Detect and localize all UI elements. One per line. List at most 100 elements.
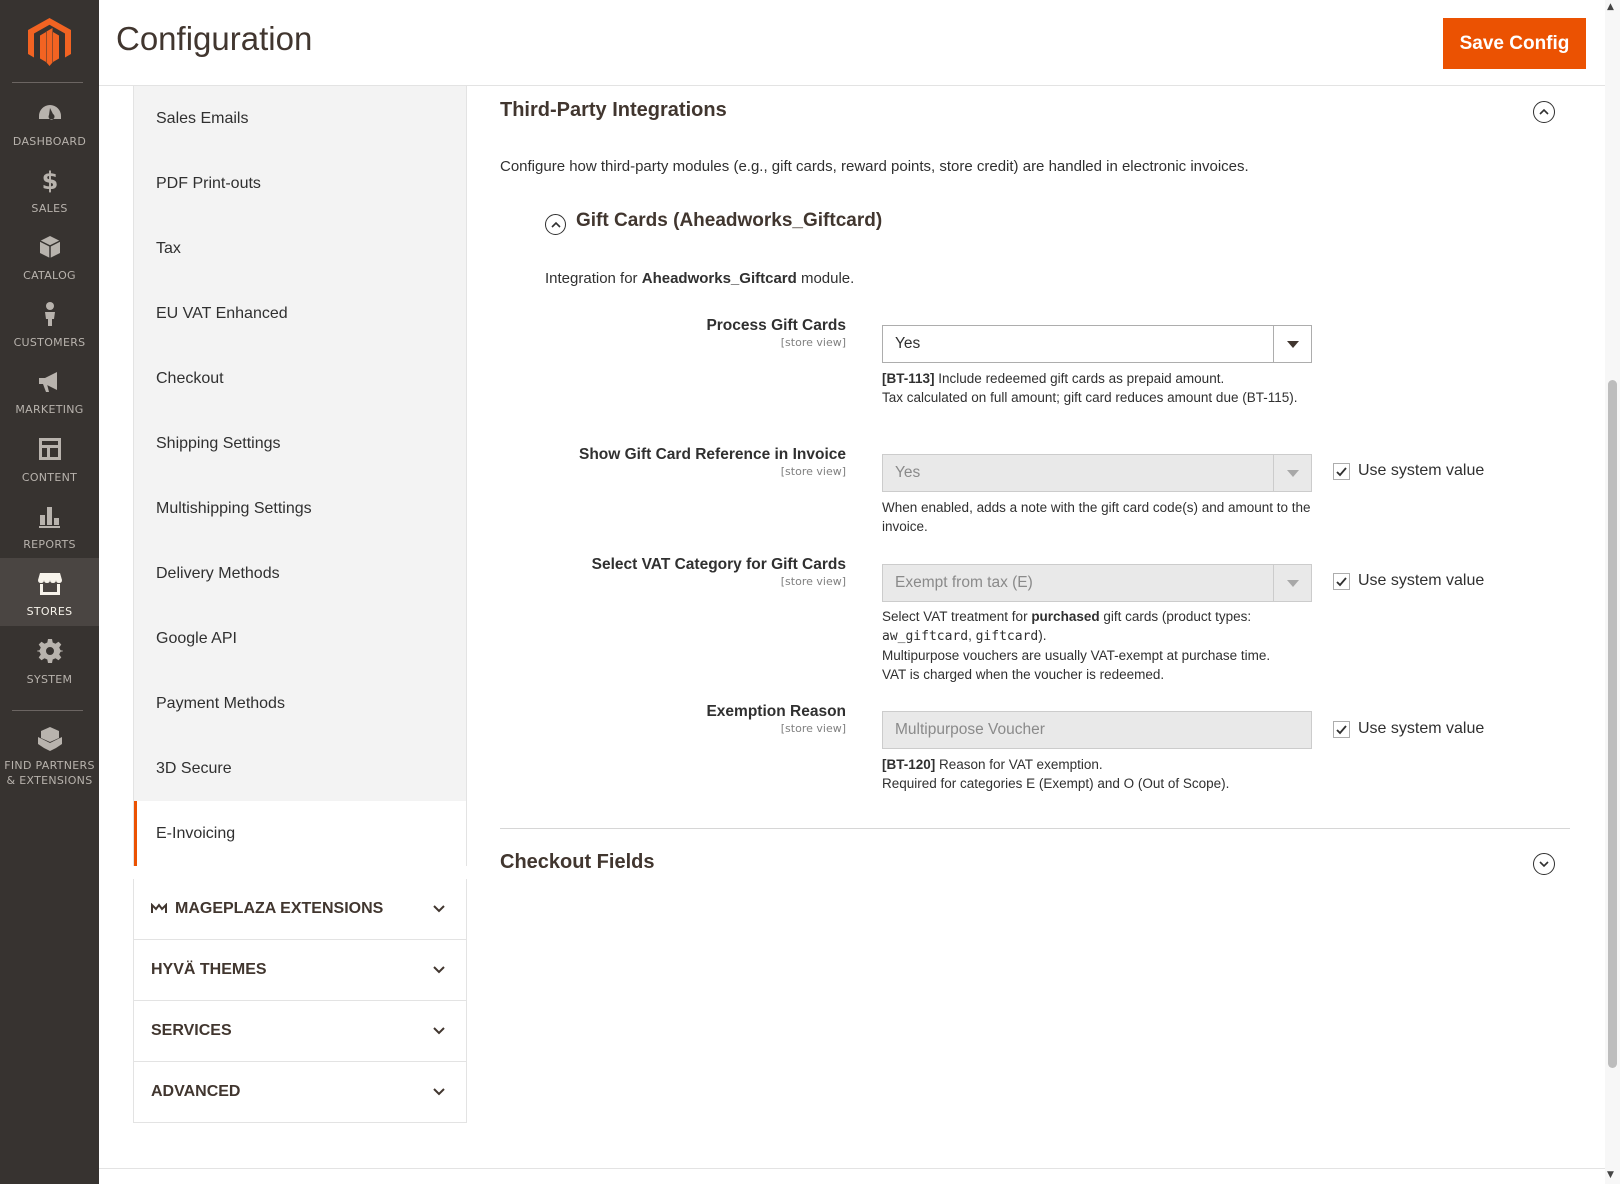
nav-reports[interactable]: REPORTS: [0, 491, 99, 561]
checkmark-icon: [1336, 576, 1347, 586]
note-text: ,: [968, 628, 976, 643]
magento-logo-icon[interactable]: [28, 18, 71, 66]
use-system-value-checkbox[interactable]: Use system value: [1333, 572, 1484, 590]
expand-section-button[interactable]: [1533, 853, 1555, 875]
group-label: HYVÄ THEMES: [151, 961, 267, 978]
nav-sales[interactable]: $ SALES: [0, 155, 99, 225]
use-system-value-label: Use system value: [1358, 720, 1485, 737]
svg-text:$: $: [41, 167, 58, 193]
section-divider: [500, 828, 1570, 829]
section-title-checkout-fields[interactable]: Checkout Fields: [500, 851, 654, 874]
nav-label: SALES: [31, 202, 68, 215]
tab-sales-emails[interactable]: Sales Emails: [134, 86, 466, 151]
collapse-group-button[interactable]: [545, 214, 566, 235]
megaphone-icon: [38, 372, 57, 392]
checkmark-icon: [1336, 724, 1347, 734]
tab-shipping-settings[interactable]: Shipping Settings: [134, 411, 466, 476]
tab-multishipping-settings[interactable]: Multishipping Settings: [134, 476, 466, 541]
mageplaza-logo-icon: [151, 903, 167, 913]
person-icon: [44, 302, 55, 326]
storefront-icon: [37, 573, 62, 595]
dropdown-arrow-icon: [1273, 455, 1311, 491]
chevron-up-icon: [1539, 108, 1549, 115]
dollar-icon: $: [41, 167, 58, 193]
group-label-text: MAGEPLAZA EXTENSIONS: [175, 900, 384, 917]
dropdown-arrow-icon: [1273, 326, 1311, 362]
collapse-section-button[interactable]: [1533, 101, 1555, 123]
chevron-down-icon: [433, 1027, 445, 1035]
tab-pdf-printouts[interactable]: PDF Print-outs: [134, 151, 466, 216]
tab-3d-secure[interactable]: 3D Secure: [134, 736, 466, 801]
nav-content[interactable]: CONTENT: [0, 424, 99, 494]
note-code: giftcard: [975, 629, 1039, 644]
tab-google-api[interactable]: Google API: [134, 606, 466, 671]
nav-label: CONTENT: [21, 471, 78, 484]
group-title[interactable]: Gift Cards (Aheadworks_Giftcard): [576, 210, 882, 232]
tab-group-mageplaza[interactable]: MAGEPLAZA EXTENSIONS: [133, 879, 467, 940]
nav-label: STORES: [26, 605, 73, 618]
tab-group-advanced[interactable]: ADVANCED: [133, 1062, 467, 1123]
dropdown-arrow-icon: [1273, 565, 1311, 601]
field-note: [BT-120] Reason for VAT exemption. Requi…: [882, 755, 1312, 793]
checkbox[interactable]: [1333, 720, 1350, 738]
tab-group-hyva-themes[interactable]: HYVÄ THEMES: [133, 940, 467, 1001]
scope-label: [store view]: [780, 722, 846, 735]
field-label: Exemption Reason [store view]: [466, 703, 846, 735]
nav-marketing[interactable]: MARKETING: [0, 356, 99, 426]
scrollbar-thumb[interactable]: [1608, 380, 1617, 1068]
nav-system[interactable]: SYSTEM: [0, 626, 99, 696]
scope-label: [store view]: [780, 575, 846, 588]
nav-find-partners[interactable]: FIND PARTNERS & EXTENSIONS: [0, 714, 99, 794]
nav-dashboard[interactable]: DASHBOARD: [0, 88, 99, 158]
group-label: ADVANCED: [151, 1083, 241, 1100]
scope-label: [store view]: [780, 336, 846, 349]
tab-tax[interactable]: Tax: [134, 216, 466, 281]
process-gift-cards-select[interactable]: Yes: [882, 325, 1312, 363]
use-system-value-label: Use system value: [1358, 572, 1485, 589]
nav-customers[interactable]: CUSTOMERS: [0, 289, 99, 359]
chevron-down-icon: [433, 966, 445, 974]
scroll-up-arrow-icon[interactable]: ▲: [1607, 2, 1614, 12]
note-code: [BT-113]: [882, 371, 935, 386]
section-title[interactable]: Third-Party Integrations: [500, 99, 727, 122]
note-text: Tax calculated on full amount; gift card…: [882, 390, 1298, 405]
footer-divider: [99, 1168, 1605, 1169]
group-desc-module: Aheadworks_Giftcard: [641, 270, 797, 287]
vat-category-select[interactable]: Exempt from tax (E): [882, 564, 1312, 602]
checkbox[interactable]: [1333, 462, 1350, 480]
note-text: VAT is charged when the voucher is redee…: [882, 667, 1165, 682]
nav-stores[interactable]: STORES: [0, 558, 99, 626]
field-label-text: Show Gift Card Reference in Invoice: [578, 446, 846, 463]
chevron-down-icon: [433, 1088, 445, 1096]
tab-delivery-methods[interactable]: Delivery Methods: [134, 541, 466, 606]
note-code: [BT-120]: [882, 757, 936, 772]
group-label: MAGEPLAZA EXTENSIONS: [151, 900, 383, 918]
note-text: Required for categories E (Exempt) and O…: [882, 776, 1230, 791]
tab-group-services[interactable]: SERVICES: [133, 1001, 467, 1062]
scroll-down-arrow-icon[interactable]: ▼: [1607, 1170, 1614, 1180]
nav-label: CATALOG: [23, 269, 76, 282]
nav-label: MARKETING: [15, 403, 84, 416]
show-gift-card-reference-select[interactable]: Yes: [882, 454, 1312, 492]
box-icon: [39, 236, 60, 258]
config-tabs: Sales Emails PDF Print-outs Tax EU VAT E…: [133, 86, 467, 1123]
gear-icon: [36, 639, 63, 663]
tab-e-invoicing[interactable]: E-Invoicing: [134, 801, 466, 866]
tab-payment-methods[interactable]: Payment Methods: [134, 671, 466, 736]
layout-icon: [38, 438, 61, 460]
tab-eu-vat-enhanced[interactable]: EU VAT Enhanced: [134, 281, 466, 346]
nav-divider: [12, 82, 83, 83]
checkmark-icon: [1336, 466, 1347, 476]
note-text: ).: [1038, 628, 1047, 643]
select-value: Exempt from tax (E): [895, 574, 1033, 591]
use-system-value-checkbox[interactable]: Use system value: [1333, 720, 1484, 738]
use-system-value-checkbox[interactable]: Use system value: [1333, 462, 1484, 480]
checkbox[interactable]: [1333, 572, 1350, 590]
note-text: gift cards (product types:: [1099, 609, 1252, 624]
exemption-reason-input[interactable]: Multipurpose Voucher: [882, 711, 1312, 749]
note-text: Select VAT treatment for: [882, 609, 1032, 624]
tab-checkout[interactable]: Checkout: [134, 346, 466, 411]
note-text: Include redeemed gift cards as prepaid a…: [934, 371, 1225, 386]
save-config-button[interactable]: Save Config: [1443, 18, 1586, 69]
nav-catalog[interactable]: CATALOG: [0, 222, 99, 292]
